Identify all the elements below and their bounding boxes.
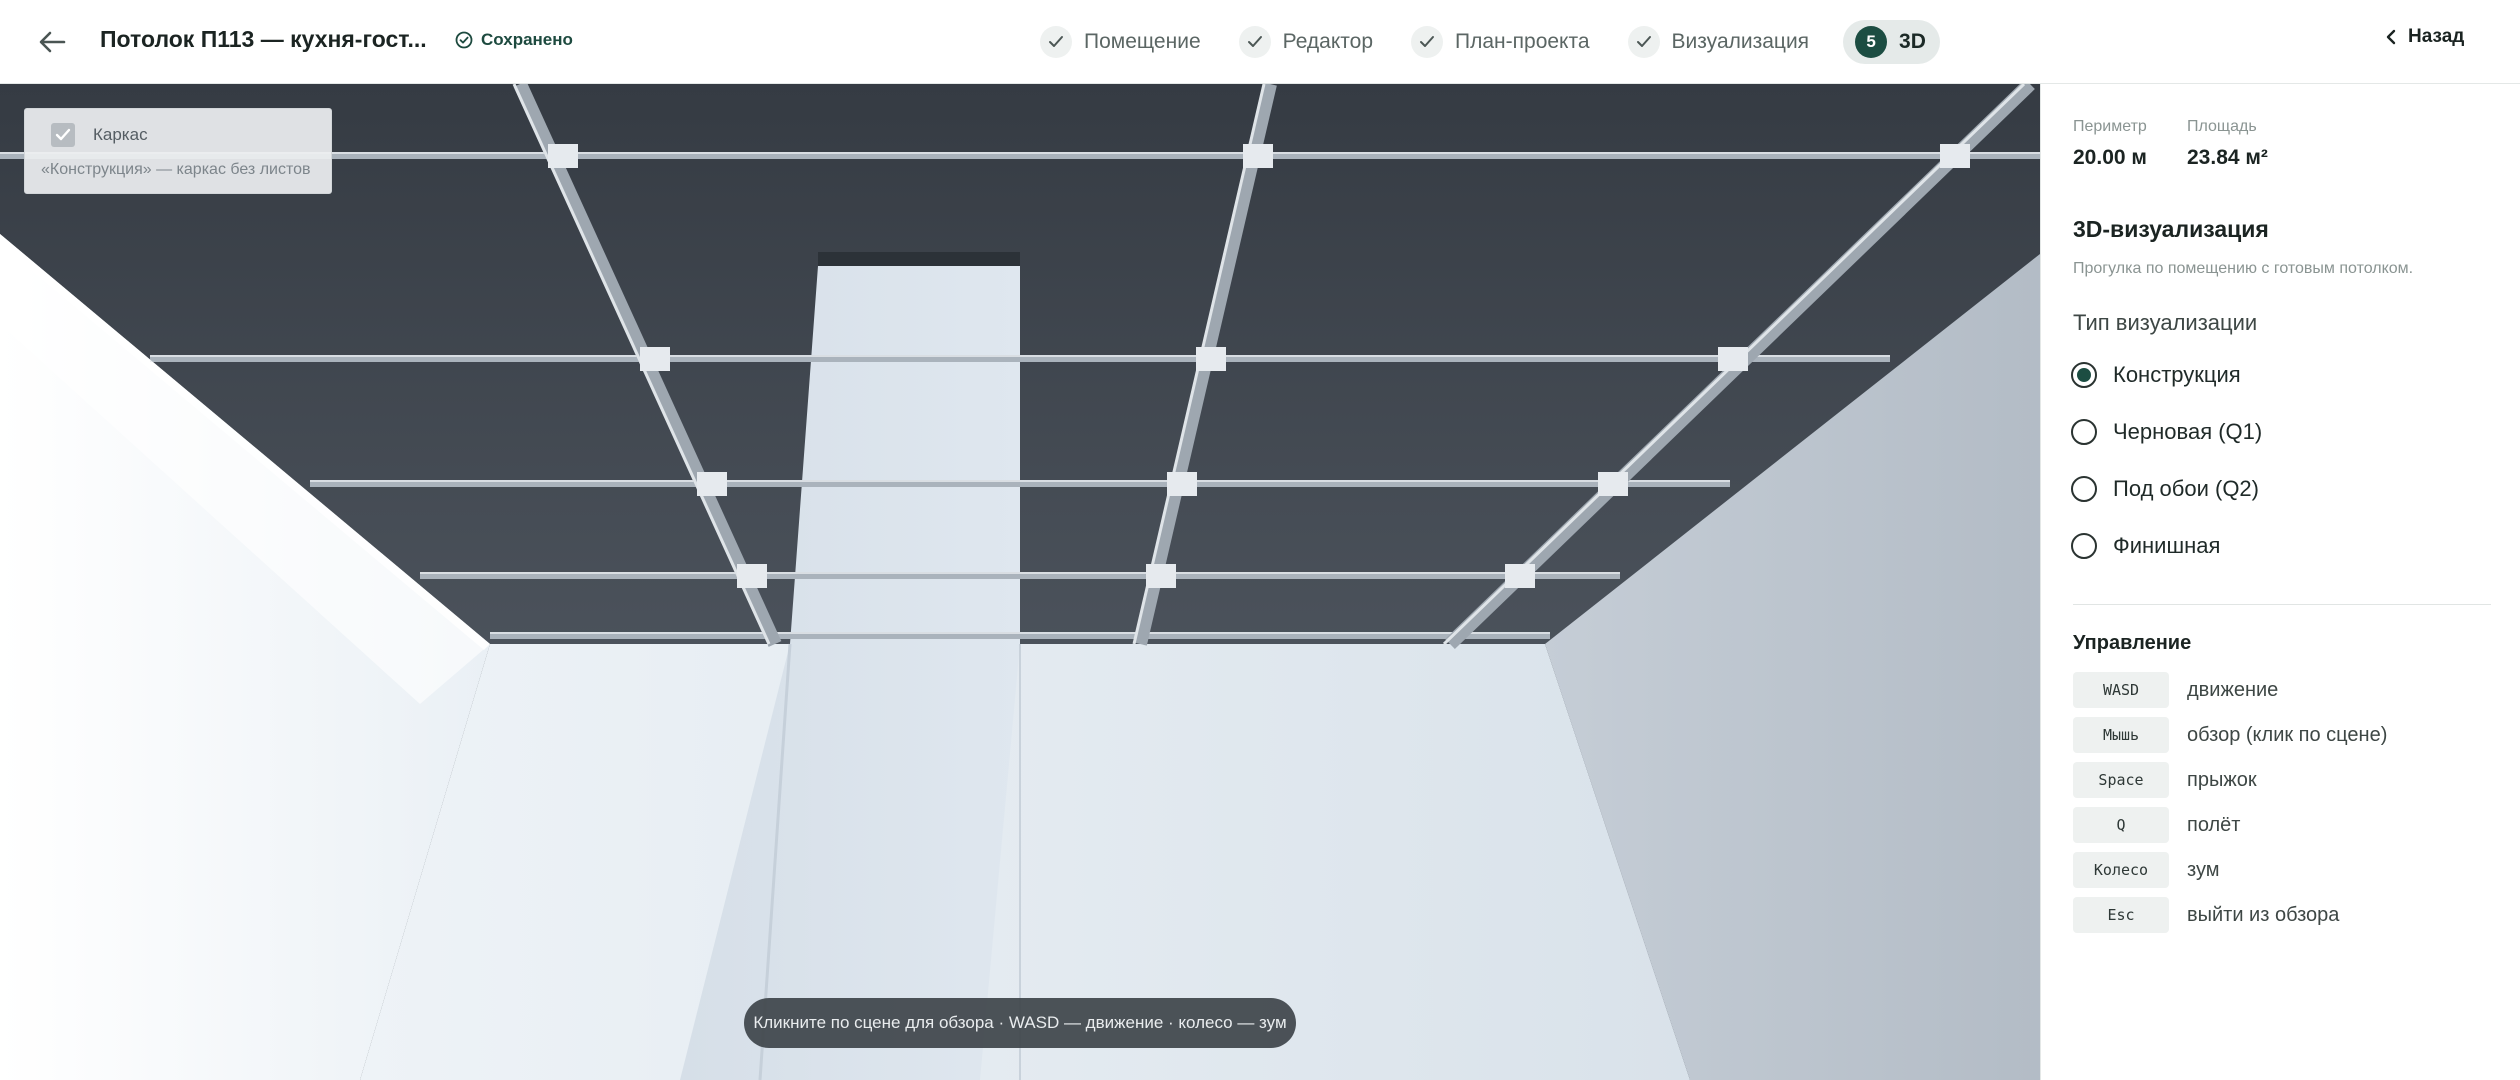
key-badge: WASD xyxy=(2073,672,2169,708)
step-label: Помещение xyxy=(1084,30,1201,53)
key-badge: Мышь xyxy=(2073,717,2169,753)
step-editor[interactable]: Редактор xyxy=(1235,20,1377,64)
viz-option-rough[interactable]: Черновая (Q1) xyxy=(2071,419,2262,445)
viz-option-label: Финишная xyxy=(2113,533,2221,558)
panel-title: 3D-визуализация xyxy=(2073,216,2269,242)
step-plan[interactable]: План-проекта xyxy=(1407,20,1594,64)
check-icon xyxy=(1040,26,1072,58)
key-description: выйти из обзора xyxy=(2187,903,2340,926)
viz-option-label: Конструкция xyxy=(2113,362,2241,387)
perimeter-value: 20.00 м xyxy=(2073,146,2147,169)
chevron-left-icon xyxy=(2386,29,2396,45)
radio-button[interactable] xyxy=(2071,362,2097,388)
area-value: 23.84 м² xyxy=(2187,146,2268,169)
divider xyxy=(2073,604,2491,605)
scene-render xyxy=(0,84,2040,1080)
saved-status: Сохранено xyxy=(455,30,573,50)
top-bar: Потолок П113 — кухня-гост... Сохранено П… xyxy=(0,0,2520,84)
key-badge: Esc xyxy=(2073,897,2169,933)
radio-button[interactable] xyxy=(2071,533,2097,559)
saved-label: Сохранено xyxy=(481,30,573,49)
radio-dot xyxy=(2077,368,2091,382)
check-icon xyxy=(1411,26,1444,58)
key-badge: Space xyxy=(2073,762,2169,798)
step-number: 5 xyxy=(1855,26,1888,58)
layer-checkbox[interactable] xyxy=(51,123,75,147)
viz-option-label: Черновая (Q1) xyxy=(2113,419,2263,444)
viz-option-construction[interactable]: Конструкция xyxy=(2071,362,2241,388)
step-label: Редактор xyxy=(1282,30,1374,53)
viz-type-label: Тип визуализации xyxy=(2073,310,2258,335)
back-button[interactable]: Назад xyxy=(2386,26,2464,48)
control-row: Колесо зум xyxy=(2073,852,2219,888)
control-row: Space прыжок xyxy=(2073,762,2257,798)
control-row: Q полёт xyxy=(2073,807,2240,843)
viz-option-label: Под обои (Q2) xyxy=(2113,476,2259,501)
check-icon xyxy=(1238,26,1271,58)
layer-toggle-card: Каркас «Конструкция» — каркас без листов xyxy=(24,108,332,194)
perimeter-caption: Периметр xyxy=(2073,118,2147,135)
radio-button[interactable] xyxy=(2071,419,2097,445)
controls-title: Управление xyxy=(2073,632,2192,654)
key-description: прыжок xyxy=(2187,768,2257,791)
layer-subtitle: «Конструкция» — каркас без листов xyxy=(41,161,311,178)
area-metric: Площадь 23.84 м² xyxy=(2187,118,2268,170)
control-row: WASD движение xyxy=(2073,672,2278,708)
side-panel: Периметр 20.00 м Площадь 23.84 м² 3D-виз… xyxy=(2040,84,2520,1080)
step-label: План-проекта xyxy=(1455,30,1590,53)
control-row: Мышь обзор (клик по сцене) xyxy=(2073,717,2387,753)
arrow-left-icon xyxy=(39,31,66,53)
area-caption: Площадь xyxy=(2187,118,2257,135)
check-circle-icon xyxy=(455,31,473,49)
viz-option-wallpaper[interactable]: Под обои (Q2) xyxy=(2071,476,2259,502)
viewport-hint: Кликните по сцене для обзора · WASD — дв… xyxy=(744,998,1296,1048)
project-title: Потолок П113 — кухня-гост... xyxy=(100,26,427,52)
key-badge: Колесо xyxy=(2073,852,2169,888)
back-label: Назад xyxy=(2408,26,2465,47)
step-3d[interactable]: 5 3D xyxy=(1843,20,1940,64)
key-description: движение xyxy=(2187,678,2279,701)
key-description: полёт xyxy=(2187,813,2241,836)
key-description: зум xyxy=(2187,858,2220,881)
step-room[interactable]: Помещение xyxy=(1036,20,1205,64)
step-visualization[interactable]: Визуализация xyxy=(1624,20,1814,64)
back-arrow-button[interactable] xyxy=(34,24,70,60)
control-row: Esc выйти из обзора xyxy=(2073,897,2339,933)
viz-option-finish[interactable]: Финишная xyxy=(2071,533,2220,559)
key-description: обзор (клик по сцене) xyxy=(2187,723,2388,746)
radio-button[interactable] xyxy=(2071,476,2097,502)
check-icon xyxy=(55,128,71,141)
panel-description: Прогулка по помещению с готовым потолком… xyxy=(2073,260,2414,277)
key-badge: Q xyxy=(2073,807,2169,843)
step-label: 3D xyxy=(1899,30,1926,53)
layer-label: Каркас xyxy=(93,125,148,144)
check-icon xyxy=(1627,26,1660,58)
stepper: Помещение Редактор План-проекта Визуализ… xyxy=(1036,20,1940,64)
3d-viewport[interactable]: Каркас «Конструкция» — каркас без листов… xyxy=(0,84,2040,1080)
step-label: Визуализация xyxy=(1671,30,1810,53)
perimeter-metric: Периметр 20.00 м xyxy=(2073,118,2147,170)
